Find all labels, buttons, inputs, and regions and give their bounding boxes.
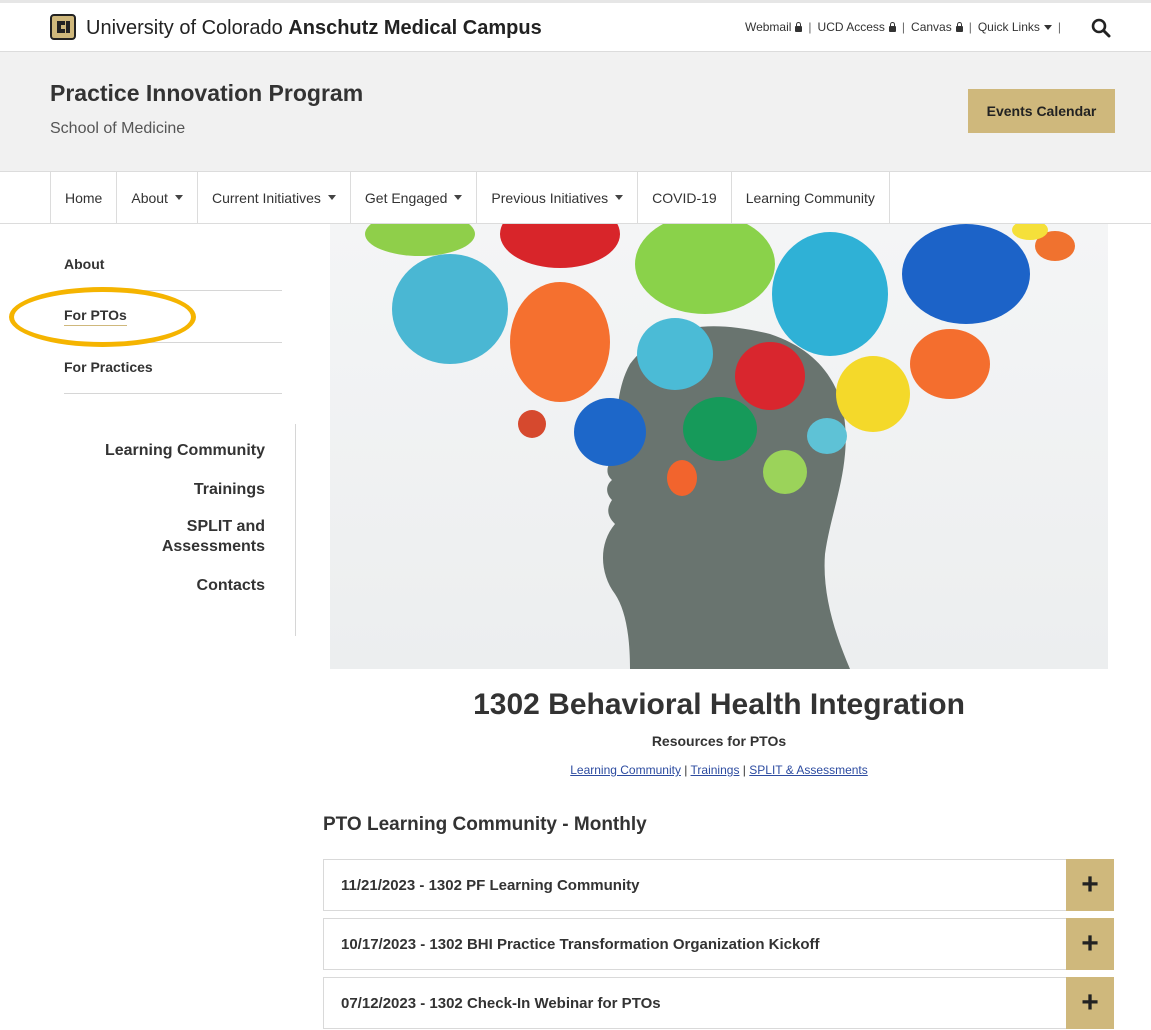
top-bar: University of Colorado Anschutz Medical … <box>0 0 1151 52</box>
sidebar-divider <box>64 393 282 394</box>
plus-icon[interactable]: + <box>1066 918 1114 970</box>
sub-nav-trainings[interactable]: Trainings <box>194 480 265 500</box>
utility-links: Webmail | UCD Access | Canvas | Quick Li… <box>744 20 1061 34</box>
nav-item-about[interactable]: About <box>116 172 197 223</box>
accordion-item[interactable]: 10/17/2023 - 1302 BHI Practice Transform… <box>323 918 1114 970</box>
accordion-label: 10/17/2023 - 1302 BHI Practice Transform… <box>341 936 820 953</box>
accordion-label: 11/21/2023 - 1302 PF Learning Community <box>341 877 640 894</box>
sub-nav-contacts[interactable]: Contacts <box>197 576 265 596</box>
events-calendar-button[interactable]: Events Calendar <box>968 89 1115 133</box>
page-links: Learning Community | Trainings | SPLIT &… <box>570 763 868 777</box>
caret-down-icon <box>327 195 336 200</box>
campus-brand[interactable]: University of Colorado Anschutz Medical … <box>86 17 542 40</box>
program-title[interactable]: Practice Innovation Program <box>50 80 363 107</box>
quick-links-dropdown[interactable]: Quick Links <box>978 20 1052 34</box>
highlight-ring-annotation <box>9 287 196 347</box>
section-title: PTO Learning Community - Monthly <box>323 814 647 835</box>
link-trainings[interactable]: Trainings <box>691 763 740 777</box>
caret-down-icon <box>454 195 463 200</box>
nav-item-covid-19[interactable]: COVID-19 <box>637 172 731 223</box>
link-learning-community[interactable]: Learning Community <box>570 763 681 777</box>
cu-logo-icon[interactable] <box>50 14 76 40</box>
main-nav: Home About Current Initiatives Get Engag… <box>0 172 1151 224</box>
ucd-access-link[interactable]: UCD Access <box>818 20 896 34</box>
nav-item-learning-community[interactable]: Learning Community <box>730 172 890 223</box>
page-title: 1302 Behavioral Health Integration <box>473 688 965 721</box>
nav-item-home[interactable]: Home <box>50 172 116 223</box>
head-paper-illustration <box>365 224 1075 669</box>
caret-down-icon <box>615 195 624 200</box>
accordion-item[interactable]: 07/12/2023 - 1302 Check-In Webinar for P… <box>323 977 1114 1029</box>
sub-nav: Learning Community Trainings SPLIT and A… <box>80 424 296 636</box>
webmail-link[interactable]: Webmail <box>745 20 803 34</box>
sub-nav-learning-community[interactable]: Learning Community <box>105 441 265 461</box>
hero-image <box>330 224 1108 669</box>
site-header: Practice Innovation Program School of Me… <box>0 52 1151 172</box>
link-split-assessments[interactable]: SPLIT & Assessments <box>749 763 868 777</box>
page-subtitle: Resources for PTOs <box>651 733 787 749</box>
search-icon[interactable] <box>1091 18 1111 38</box>
lock-icon <box>955 22 963 32</box>
nav-item-previous-initiatives[interactable]: Previous Initiatives <box>476 172 637 223</box>
plus-icon[interactable]: + <box>1066 859 1114 911</box>
sidebar-item-for-practices[interactable]: For Practices <box>64 359 282 375</box>
accordion-label: 07/12/2023 - 1302 Check-In Webinar for P… <box>341 995 661 1012</box>
accordion-item[interactable]: 11/21/2023 - 1302 PF Learning Community … <box>323 859 1114 911</box>
brand-bold: Anschutz Medical Campus <box>288 17 542 39</box>
brand-prefix: University of Colorado <box>86 17 283 39</box>
nav-item-get-engaged[interactable]: Get Engaged <box>349 172 477 223</box>
sub-nav-split-assessments[interactable]: SPLIT and Assessments <box>135 517 265 557</box>
lock-icon <box>888 22 896 32</box>
sidebar-item-about[interactable]: About <box>64 256 282 272</box>
caret-down-icon <box>174 195 183 200</box>
plus-icon[interactable]: + <box>1066 977 1114 1029</box>
caret-down-icon <box>1043 25 1052 30</box>
nav-item-current-initiatives[interactable]: Current Initiatives <box>196 172 350 223</box>
school-name[interactable]: School of Medicine <box>50 120 185 138</box>
lock-icon <box>795 22 803 32</box>
nav-list: Home About Current Initiatives Get Engag… <box>50 172 890 223</box>
canvas-link[interactable]: Canvas <box>911 20 963 34</box>
